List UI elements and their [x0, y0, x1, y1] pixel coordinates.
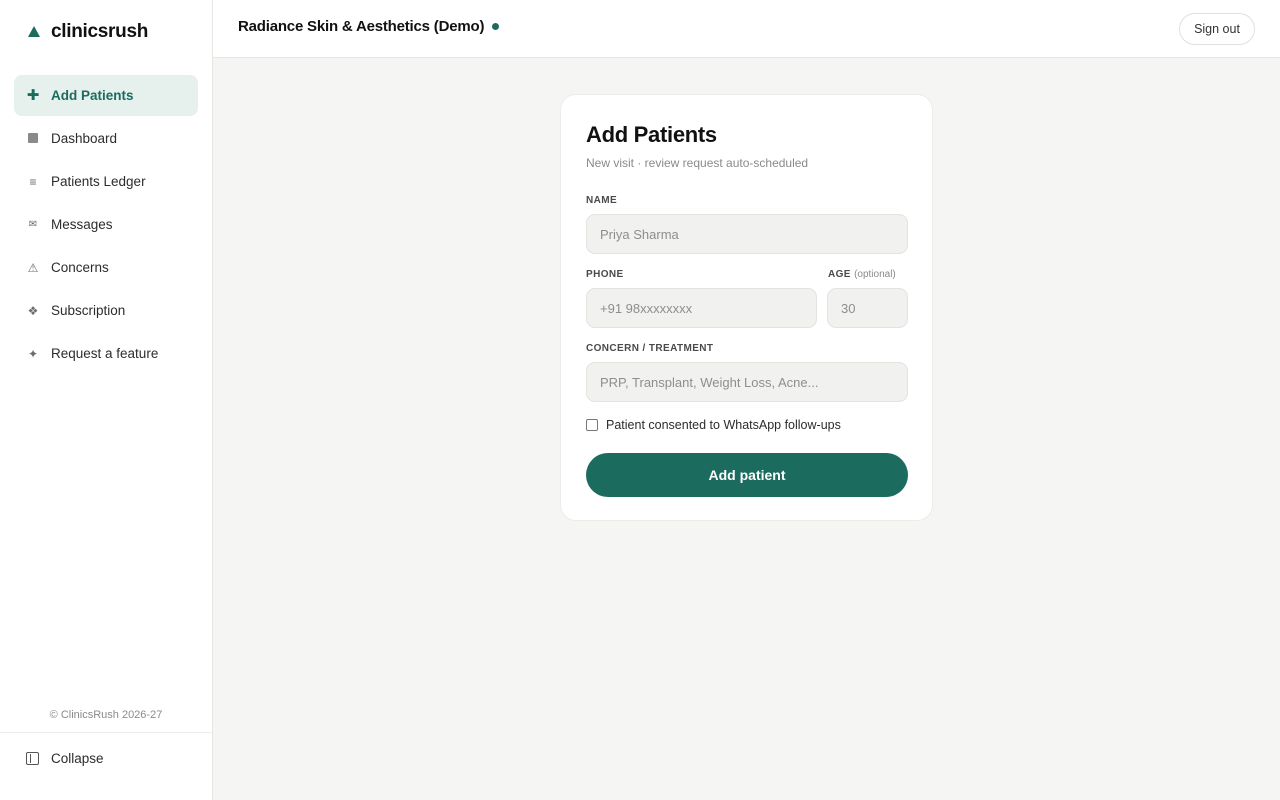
page-title: Add Patients	[586, 122, 717, 147]
phone-input[interactable]	[586, 288, 817, 328]
plus-icon: ✚	[26, 87, 40, 104]
phone-label: PHONE	[586, 269, 624, 280]
sidebar-item-subscription[interactable]: ❖ Subscription	[14, 290, 198, 331]
consent-label[interactable]: Patient consented to WhatsApp follow-ups	[606, 418, 841, 432]
age-label-text: AGE	[828, 269, 851, 280]
sidebar-item-label: Request a feature	[51, 346, 159, 361]
top-bar: Radiance Skin & Aesthetics (Demo) Sign o…	[213, 0, 1280, 58]
sidebar-item-dashboard[interactable]: Dashboard	[14, 118, 198, 159]
sidebar-item-label: Subscription	[51, 303, 126, 318]
list-icon: ≡	[29, 174, 37, 189]
sparkle-icon: ✦	[27, 346, 39, 361]
triangle-logo-icon	[28, 25, 40, 37]
collapse-label: Collapse	[51, 751, 104, 766]
age-optional-hint: (optional)	[854, 269, 896, 280]
brand-name: clinicsrush	[51, 21, 149, 42]
sidebar-item-label: Concerns	[51, 260, 109, 275]
name-label: NAME	[586, 195, 618, 206]
sidebar-item-add-patients[interactable]: ✚ Add Patients	[14, 75, 198, 116]
add-patient-card: Add Patients New visit · review request …	[560, 94, 933, 521]
warning-icon: ⚠	[27, 260, 39, 275]
copyright: © ClinicsRush 2026-27	[49, 709, 163, 721]
sidebar-divider	[0, 732, 212, 733]
sidebar-item-label: Patients Ledger	[51, 174, 146, 189]
collapse-button[interactable]: Collapse	[26, 751, 104, 766]
add-patient-button[interactable]: Add patient	[586, 453, 908, 497]
sidebar-item-label: Dashboard	[51, 131, 118, 146]
diamond-icon: ❖	[27, 303, 39, 318]
sidebar-item-messages[interactable]: ✉ Messages	[14, 204, 198, 245]
status-dot-icon	[492, 23, 500, 30]
age-input[interactable]	[827, 288, 908, 328]
sidebar-item-concerns[interactable]: ⚠ Concerns	[14, 247, 198, 288]
envelope-icon: ✉	[28, 218, 38, 230]
sidebar-collapse-icon	[26, 752, 39, 765]
sidebar-item-label: Messages	[51, 217, 113, 232]
sidebar-item-patients-ledger[interactable]: ≡ Patients Ledger	[14, 161, 198, 202]
clinic-header: Radiance Skin & Aesthetics (Demo)	[238, 18, 500, 35]
sidebar-item-label: Add Patients	[51, 88, 134, 103]
sidebar-nav: ✚ Add Patients Dashboard ≡ Patients Ledg…	[14, 75, 198, 376]
sign-out-button[interactable]: Sign out	[1179, 13, 1255, 45]
sidebar-item-request-feature[interactable]: ✦ Request a feature	[14, 333, 198, 374]
sidebar: clinicsrush ✚ Add Patients Dashboard ≡ P…	[0, 0, 213, 800]
concern-input[interactable]	[586, 362, 908, 402]
square-icon	[26, 132, 40, 145]
name-input[interactable]	[586, 214, 908, 254]
page-subtitle: New visit · review request auto-schedule…	[586, 156, 809, 170]
brand[interactable]: clinicsrush	[28, 19, 148, 45]
consent-checkbox[interactable]	[586, 419, 598, 431]
concern-label: CONCERN / TREATMENT	[586, 343, 714, 354]
consent-row: Patient consented to WhatsApp follow-ups	[586, 418, 841, 432]
age-label: AGE (optional)	[828, 269, 896, 280]
clinic-name: Radiance Skin & Aesthetics (Demo)	[238, 18, 485, 35]
